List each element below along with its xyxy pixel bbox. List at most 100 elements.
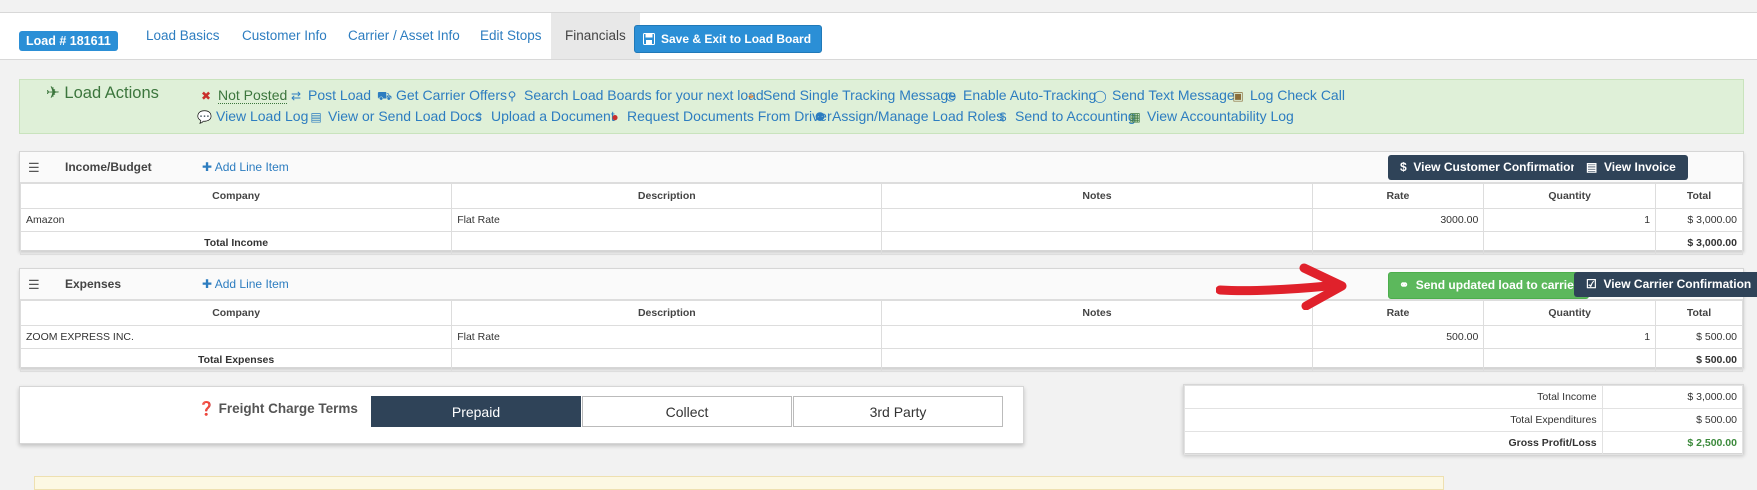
action-request-documents[interactable]: ● Request Documents From Driver bbox=[608, 108, 831, 124]
tab-carrier-asset-info[interactable]: Carrier / Asset Info bbox=[334, 13, 474, 59]
tab-load-basics[interactable]: Load Basics bbox=[132, 13, 234, 59]
action-search-load-boards[interactable]: ⚲ Search Load Boards for your next load bbox=[505, 87, 764, 103]
cell-rate: 3000.00 bbox=[1311, 208, 1485, 232]
action-view-send-docs[interactable]: ▤ View or Send Load Docs bbox=[309, 108, 482, 124]
summary-label: Gross Profit/Loss bbox=[1184, 431, 1603, 455]
add-income-line-label: Add Line Item bbox=[214, 160, 289, 174]
freight-terms-heading: ❓ Freight Charge Terms bbox=[198, 401, 358, 417]
empty-cell bbox=[451, 231, 883, 255]
cell-total: $ 3,000.00 bbox=[1655, 208, 1743, 232]
expenses-title: Expenses bbox=[65, 277, 122, 291]
col-total: Total bbox=[1655, 183, 1743, 209]
add-expense-line-label: Add Line Item bbox=[214, 277, 289, 291]
users-icon: ⚉ bbox=[814, 110, 826, 124]
view-customer-confirmation-button[interactable]: $ View Customer Confirmation bbox=[1388, 155, 1590, 180]
col-description: Description bbox=[451, 183, 883, 209]
empty-cell bbox=[1311, 348, 1485, 372]
load-actions-title: Load Actions bbox=[64, 84, 159, 102]
table-row[interactable]: Amazon Flat Rate 3000.00 1 $ 3,000.00 bbox=[19, 208, 1743, 232]
tab-financials[interactable]: Financials bbox=[551, 13, 640, 59]
view-invoice-label: View Invoice bbox=[1604, 160, 1676, 174]
briefcase-icon: ▦ bbox=[1129, 110, 1141, 124]
empty-cell bbox=[451, 348, 883, 372]
send-updated-load-button[interactable]: ⚭ Send updated load to carrier bbox=[1388, 272, 1590, 299]
clock-icon: ◷ bbox=[945, 89, 957, 103]
action-get-carrier-offers[interactable]: ⛟ Get Carrier Offers bbox=[377, 87, 507, 105]
summary-row: Total Income $ 3,000.00 bbox=[1184, 385, 1744, 409]
total-expenses-label: Total Expenses bbox=[19, 348, 453, 372]
col-description: Description bbox=[451, 300, 883, 326]
summary-value: $ 500.00 bbox=[1601, 408, 1744, 432]
load-actions-heading: ✈ Load Actions bbox=[46, 83, 159, 103]
assign-load-roles-label: Assign/Manage Load Roles bbox=[832, 108, 1004, 124]
tab-edit-stops[interactable]: Edit Stops bbox=[466, 13, 556, 59]
action-enable-auto-tracking[interactable]: ◷ Enable Auto-Tracking bbox=[944, 87, 1097, 103]
upload-icon: ⇪ bbox=[473, 110, 485, 124]
add-income-line-item[interactable]: ✚ Add Line Item bbox=[202, 160, 289, 174]
summary-table: Total Income $ 3,000.00 Total Expenditur… bbox=[1184, 385, 1744, 455]
crosshair-icon: ⌖ bbox=[747, 89, 755, 103]
user-icon: ● bbox=[611, 110, 619, 124]
load-actions-panel: ✈ Load Actions ✖ Not Posted ⇄ Post Load ⛟ G… bbox=[19, 79, 1744, 134]
income-panel: ☰ Income/Budget ✚ Add Line Item $ View C… bbox=[19, 151, 1744, 255]
plus-icon: ✚ bbox=[202, 160, 213, 174]
expenses-panel: ☰ Expenses ✚ Add Line Item ⚭ Send update… bbox=[19, 268, 1757, 372]
comment-icon: ◯ bbox=[1093, 89, 1107, 103]
income-panel-header: ☰ Income/Budget ✚ Add Line Item $ View C… bbox=[20, 152, 1743, 183]
empty-cell bbox=[1483, 231, 1657, 255]
action-send-text-message[interactable]: ◯ Send Text Message bbox=[1093, 87, 1234, 103]
question-circle-icon: ❓ bbox=[198, 401, 215, 416]
summary-row: Total Expenditures $ 500.00 bbox=[1184, 408, 1744, 432]
summary-value: $ 3,000.00 bbox=[1601, 385, 1744, 409]
view-invoice-button[interactable]: ▤ View Invoice bbox=[1574, 155, 1688, 180]
action-view-accountability-log[interactable]: ▦ View Accountability Log bbox=[1128, 108, 1294, 124]
save-exit-button[interactable]: Save & Exit to Load Board bbox=[634, 25, 823, 53]
view-carrier-confirmation-label: View Carrier Confirmation bbox=[1603, 277, 1752, 291]
cell-description: Flat Rate bbox=[451, 208, 883, 232]
action-send-to-accounting[interactable]: $ Send to Accounting bbox=[996, 108, 1136, 124]
post-load-label: Post Load bbox=[308, 87, 372, 103]
cell-description: Flat Rate bbox=[451, 325, 883, 349]
link-icon: ⚭ bbox=[1399, 278, 1410, 292]
expenses-table-header: Company Description Notes Rate Quantity … bbox=[19, 300, 1743, 326]
terms-option-collect[interactable]: Collect bbox=[582, 396, 792, 427]
search-load-boards-label: Search Load Boards for your next load bbox=[524, 87, 764, 103]
col-quantity: Quantity bbox=[1483, 300, 1657, 326]
get-carrier-offers-label: Get Carrier Offers bbox=[396, 87, 507, 103]
total-expenses-value: $ 500.00 bbox=[1655, 348, 1743, 372]
terms-option-prepaid[interactable]: Prepaid bbox=[371, 396, 581, 427]
add-expense-line-item[interactable]: ✚ Add Line Item bbox=[202, 277, 289, 291]
retweet-icon: ⇄ bbox=[290, 89, 302, 103]
view-carrier-confirmation-button[interactable]: ☑ View Carrier Confirmation bbox=[1574, 272, 1757, 297]
financial-summary: Total Income $ 3,000.00 Total Expenditur… bbox=[1183, 384, 1744, 455]
summary-label: Total Expenditures bbox=[1184, 408, 1603, 432]
table-row[interactable]: ZOOM EXPRESS INC. Flat Rate 500.00 1 $ 5… bbox=[19, 325, 1743, 349]
action-send-tracking-message[interactable]: ⌖ Send Single Tracking Message bbox=[744, 87, 956, 104]
action-upload-document[interactable]: ⇪ Upload a Document bbox=[472, 108, 615, 124]
cell-total: $ 500.00 bbox=[1655, 325, 1743, 349]
comments-icon: 💬 bbox=[197, 110, 212, 124]
search-icon: ⚲ bbox=[507, 89, 517, 103]
col-quantity: Quantity bbox=[1483, 183, 1657, 209]
action-not-posted[interactable]: ✖ Not Posted bbox=[199, 87, 288, 104]
terms-option-3rd-party[interactable]: 3rd Party bbox=[793, 396, 1003, 427]
action-log-check-call[interactable]: ▣ Log Check Call bbox=[1231, 87, 1345, 103]
tab-customer-info[interactable]: Customer Info bbox=[228, 13, 341, 59]
x-icon: ✖ bbox=[200, 89, 212, 103]
send-updated-load-label: Send updated load to carrier bbox=[1415, 278, 1579, 292]
cell-quantity: 1 bbox=[1483, 208, 1657, 232]
expenses-table: Company Description Notes Rate Quantity … bbox=[19, 300, 1743, 372]
empty-cell bbox=[881, 231, 1313, 255]
action-assign-load-roles[interactable]: ⚉ Assign/Manage Load Roles bbox=[813, 108, 1004, 124]
file-icon: ▤ bbox=[310, 110, 322, 124]
load-nav-bar: Load # 181611 Load Basics Customer Info … bbox=[0, 12, 1757, 60]
check-square-icon: ☑ bbox=[1586, 277, 1597, 291]
cell-quantity: 1 bbox=[1483, 325, 1657, 349]
action-view-load-log[interactable]: 💬 View Load Log bbox=[197, 108, 308, 124]
action-post-load[interactable]: ⇄ Post Load bbox=[289, 87, 371, 103]
floppy-icon bbox=[643, 33, 655, 45]
freight-terms-label: Freight Charge Terms bbox=[218, 401, 358, 416]
dollar-icon: $ bbox=[999, 110, 1007, 124]
expenses-total-row: Total Expenses $ 500.00 bbox=[19, 348, 1743, 372]
file-icon: ▤ bbox=[1586, 160, 1598, 174]
